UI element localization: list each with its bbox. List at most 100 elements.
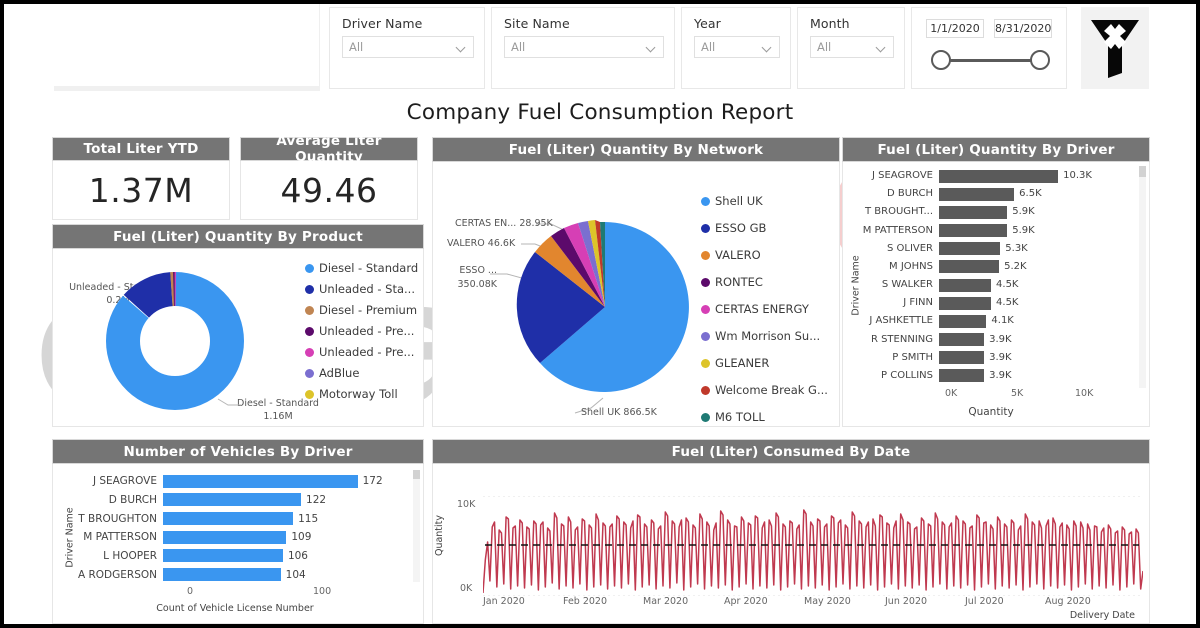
bar-row[interactable]: L HOOPER106: [75, 547, 415, 566]
slicer-site-name[interactable]: Site Name All: [491, 7, 675, 89]
legend-item[interactable]: Welcome Break G...: [701, 383, 828, 397]
bar[interactable]: [939, 170, 1058, 183]
legend-item[interactable]: GLEANER: [701, 356, 828, 370]
bar-row[interactable]: T BROUGHTON 115: [75, 509, 415, 528]
slicer-date-range[interactable]: 1/1/2020 8/31/2020: [911, 7, 1067, 89]
bar-row[interactable]: J SEAGROVE172: [75, 472, 415, 491]
date-range-start-input[interactable]: 1/1/2020: [926, 19, 984, 38]
legend-item[interactable]: Unleaded - Sta...: [305, 282, 418, 296]
bar-value-label: 4.1K: [991, 315, 1013, 326]
bar[interactable]: [163, 493, 301, 506]
date-slider-handle-end[interactable]: [1030, 50, 1050, 70]
bar[interactable]: [163, 531, 286, 544]
legend-item[interactable]: Unleaded - Pre...: [305, 324, 418, 338]
vehicles-scrollbar[interactable]: [413, 470, 420, 582]
bar-row[interactable]: M PATTERSON109: [75, 528, 415, 547]
legend-item[interactable]: CERTAS ENERGY: [701, 302, 828, 316]
legend-item[interactable]: RONTEC: [701, 275, 828, 289]
bar[interactable]: [163, 475, 358, 488]
bar[interactable]: [939, 333, 984, 346]
bar-value-label: 115: [298, 513, 318, 525]
y-tick-label: 0K: [460, 583, 472, 594]
bar-row[interactable]: J FINN4.5K: [859, 294, 1139, 312]
bar[interactable]: [939, 315, 986, 328]
visual-fuel-consumed-by-date[interactable]: Fuel (Liter) Consumed By Date Quantity 1…: [432, 439, 1150, 624]
slicer-year[interactable]: Year All: [681, 7, 791, 89]
bar-row[interactable]: S OLIVER5.3K: [859, 240, 1139, 258]
legend-label: Diesel - Premium: [319, 303, 417, 317]
slicer-month[interactable]: Month All: [797, 7, 905, 89]
kpi-card-average-liter-quantity: Average Liter Quantity 49.46: [240, 137, 418, 220]
legend-item[interactable]: AdBlue: [305, 366, 418, 380]
kpi-card-total-liter-ytd: Total Liter YTD 1.37M: [52, 137, 230, 220]
visual-fuel-quantity-by-product[interactable]: Fuel (Liter) Quantity By Product Unleade…: [52, 224, 424, 427]
legend-item[interactable]: Shell UK: [701, 194, 828, 208]
clear-filters-button[interactable]: [1081, 7, 1149, 89]
bar[interactable]: [939, 369, 984, 382]
blank-left-panel: [4, 4, 320, 89]
kpi-title-average-liter-quantity: Average Liter Quantity: [240, 137, 418, 161]
driver-qty-scrollbar-thumb[interactable]: [1139, 166, 1146, 177]
legend-label: GLEANER: [715, 356, 769, 370]
page-title: Company Fuel Consumption Report: [4, 100, 1196, 125]
legend-item[interactable]: Unleaded - Pre...: [305, 345, 418, 359]
legend-swatch-icon: [701, 359, 710, 368]
visual-title-number-of-vehicles-by-driver: Number of Vehicles By Driver: [52, 439, 424, 464]
bar-row[interactable]: T BROUGHT...5.9K: [859, 203, 1139, 221]
driver-qty-scrollbar[interactable]: [1139, 166, 1146, 388]
bar[interactable]: [939, 206, 1007, 219]
legend-item[interactable]: Motorway Toll: [305, 387, 418, 401]
slicer-dropdown-month[interactable]: All: [810, 36, 894, 58]
bar[interactable]: [163, 568, 281, 581]
date-slider-handle-start[interactable]: [931, 50, 951, 70]
x-tick-label: Aug 2020: [1045, 596, 1091, 607]
pie-callout-valero-text: VALERO: [447, 238, 485, 249]
bar-value-label: 3.9K: [989, 352, 1011, 363]
slicer-driver-name[interactable]: Driver Name All: [329, 7, 485, 89]
bar[interactable]: [939, 297, 991, 310]
legend-item[interactable]: ESSO GB: [701, 221, 828, 235]
bar-row[interactable]: D BURCH122: [75, 491, 415, 510]
bar[interactable]: [939, 351, 984, 364]
visual-fuel-quantity-by-driver[interactable]: Fuel (Liter) Quantity By Driver Driver N…: [842, 137, 1150, 427]
bar[interactable]: [939, 279, 991, 292]
bar-row[interactable]: J ASHKETTLE4.1K: [859, 312, 1139, 330]
bar-value-label: 10.3K: [1063, 170, 1092, 181]
legend-item[interactable]: VALERO: [701, 248, 828, 262]
pie-callout-valero: VALERO 46.6K: [447, 238, 515, 249]
bar-category-label: J FINN: [859, 297, 933, 308]
bar-row[interactable]: R STENNING3.9K: [859, 331, 1139, 349]
bar-row[interactable]: D BURCH6.5K: [859, 185, 1139, 203]
date-range-end-input[interactable]: 8/31/2020: [994, 19, 1052, 38]
bar[interactable]: [939, 242, 1000, 255]
bar-row[interactable]: M JOHNS5.2K: [859, 258, 1139, 276]
bar-category-label: T BROUGHTON: [75, 513, 157, 525]
bar[interactable]: [939, 260, 999, 273]
bar-row[interactable]: A RODGERSON104: [75, 565, 415, 584]
x-tick-label: 5K: [1011, 388, 1023, 399]
panel-watermark: [116, 18, 133, 67]
legend-item[interactable]: Wm Morrison Su...: [701, 329, 828, 343]
legend-item[interactable]: Diesel - Standard: [305, 261, 418, 275]
bar-row[interactable]: P COLLINS3.9K: [859, 367, 1139, 385]
vehicles-scrollbar-thumb[interactable]: [413, 470, 420, 479]
x-tick-label: 0K: [945, 388, 957, 399]
bar-row[interactable]: S WALKER4.5K: [859, 276, 1139, 294]
bar[interactable]: [163, 512, 293, 525]
visual-fuel-quantity-by-network[interactable]: Fuel (Liter) Quantity By Network: [432, 137, 840, 427]
slicer-dropdown-driver-name[interactable]: All: [342, 36, 474, 58]
visual-number-of-vehicles-by-driver[interactable]: Number of Vehicles By Driver Driver Name…: [52, 439, 424, 624]
bar[interactable]: [939, 224, 1007, 237]
bar[interactable]: [939, 188, 1014, 201]
slicer-dropdown-site-name[interactable]: All: [504, 36, 664, 58]
bar-row[interactable]: J SEAGROVE10.3K: [859, 167, 1139, 185]
legend-item[interactable]: M6 TOLL: [701, 410, 828, 424]
vehicles-y-axis-title: Driver Name: [65, 507, 76, 567]
bar-row[interactable]: M PATTERSON5.9K: [859, 222, 1139, 240]
legend-item[interactable]: Diesel - Premium: [305, 303, 418, 317]
bar[interactable]: [163, 549, 283, 562]
slicer-dropdown-year[interactable]: All: [694, 36, 780, 58]
date-slider-track[interactable]: [940, 59, 1040, 62]
bar-row[interactable]: P SMITH3.9K: [859, 349, 1139, 367]
legend-swatch-icon: [701, 251, 710, 260]
